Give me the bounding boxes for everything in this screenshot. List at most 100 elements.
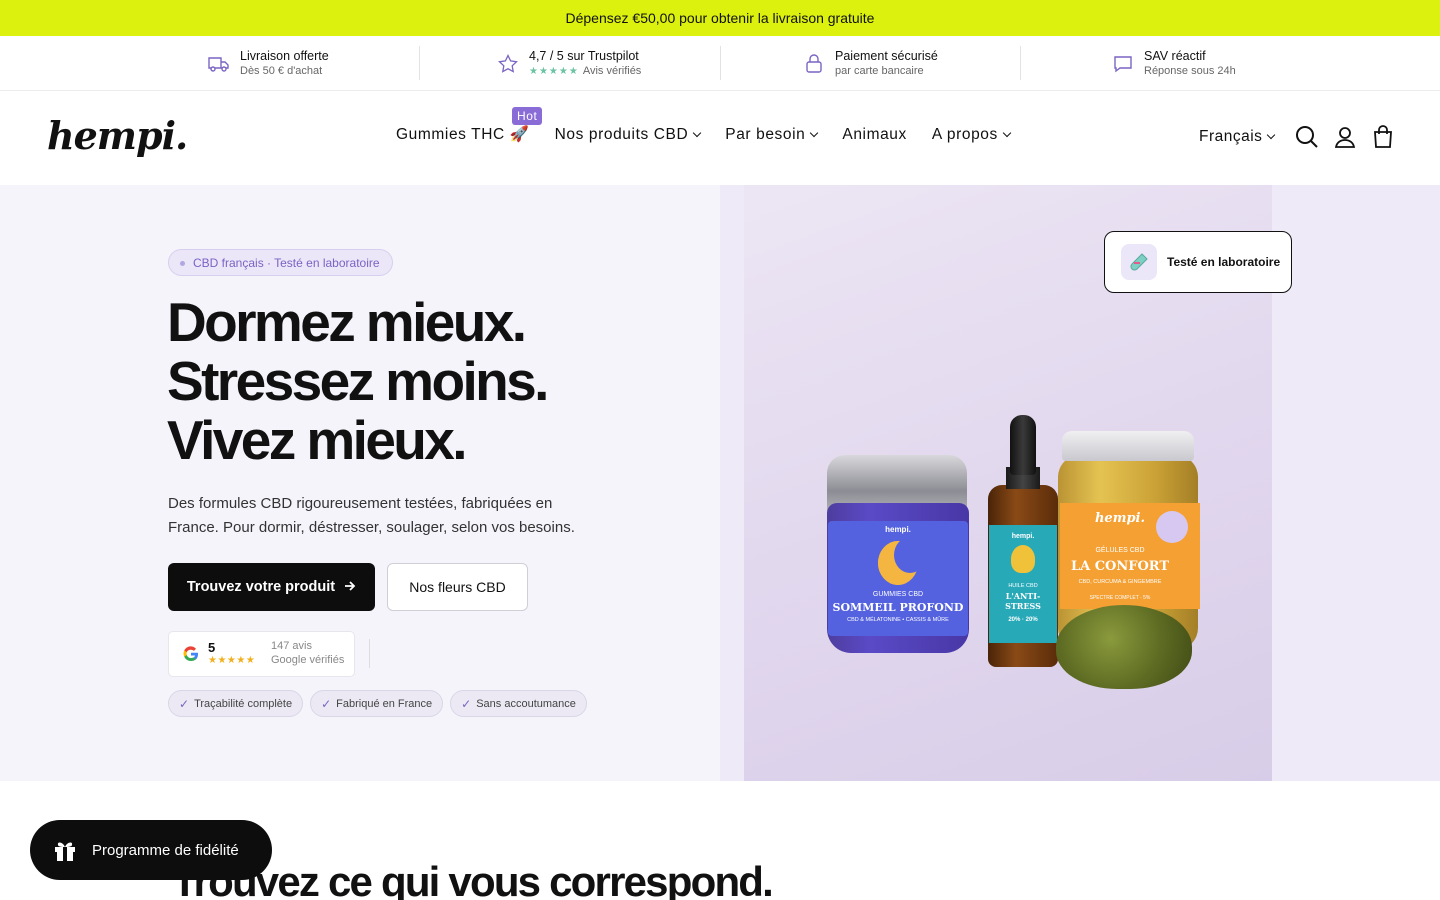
trust-item-trustpilot: 4,7 / 5 sur Trustpilot ★★★★★ Avis vérifié… (497, 36, 641, 91)
language-label: Français (1199, 128, 1263, 145)
check-icon: ✓ (179, 696, 190, 711)
truck-icon (208, 53, 230, 75)
nav-item-gummies-thc[interactable]: Gummies THC 🚀 Hot (396, 107, 543, 144)
peace-hand-icon (1011, 545, 1035, 573)
headline-line: Vivez mieux. (167, 409, 468, 471)
account-icon[interactable] (1333, 125, 1357, 149)
test-tube-icon (1121, 244, 1157, 280)
oil-bottle-label: hempi. HUILE CBD L'ANTI-STRESS 20% · 20% (989, 525, 1057, 643)
nav-item-label: Gummies THC 🚀 (396, 126, 530, 143)
capsules-jar-label: hempi. GÉLULES CBD LA CONFORT CBD, CURCU… (1060, 503, 1200, 609)
hot-badge: Hot (512, 107, 543, 125)
nav-item-par-besoin[interactable]: Par besoin (725, 125, 819, 144)
announcement-text: Dépensez €50,00 pour obtenir la livraiso… (565, 10, 875, 26)
cbd-flowers-button[interactable]: Nos fleurs CBD (387, 563, 528, 611)
chip-label: Fabriqué en France (336, 697, 433, 710)
divider (419, 46, 420, 80)
trust-item-support: SAV réactif Réponse sous 24h (1112, 36, 1236, 91)
headline-line: Dormez mieux. (167, 291, 527, 353)
google-icon (183, 646, 199, 662)
chevron-down-icon (810, 128, 819, 137)
nav-item-label: A propos (931, 125, 998, 143)
divider (720, 46, 721, 80)
chevron-down-icon (1267, 130, 1276, 140)
bottle-line: HUILE CBD (1008, 583, 1038, 589)
cbd-flower (1056, 605, 1192, 689)
jar-line: GÉLULES CBD (1095, 547, 1145, 554)
nav-item-animaux[interactable]: Animaux (842, 126, 907, 144)
chevron-down-icon (1002, 128, 1012, 137)
lab-tested-card: Testé en laboratoire (1104, 231, 1292, 293)
check-icon: ✓ (461, 696, 472, 711)
chip-label: Traçabilité complète (194, 697, 293, 710)
nav-item-label: Animaux (842, 125, 907, 143)
cart-icon[interactable] (1371, 125, 1395, 149)
jar-line: CBD, CURCUMA & GINGEMBRE (1078, 579, 1162, 585)
trust-item-shipping: Livraison offerte Dès 50 € d'achat (208, 36, 329, 91)
gummies-jar-label: hempi. GUMMIES CBD SOMMEIL PROFOND CBD &… (828, 521, 968, 636)
divider (1020, 46, 1021, 80)
trust-title: 4,7 / 5 sur Trustpilot (529, 49, 639, 63)
trust-subtitle: par carte bancaire (835, 65, 924, 77)
bottle-line: 20% · 20% (1008, 617, 1038, 623)
trust-title: Livraison offerte (240, 49, 329, 63)
trust-bar: Livraison offerte Dès 50 € d'achat 4,7 /… (0, 36, 1440, 91)
hero-subtitle: Des formules CBD rigoureusement testées,… (168, 495, 575, 536)
trust-subtitle: Avis vérifiés (582, 65, 642, 77)
trust-subtitle: Dès 50 € d'achat (240, 65, 323, 77)
chat-icon (1112, 53, 1134, 75)
jar-lid (1062, 431, 1194, 461)
gift-icon (52, 837, 78, 863)
jar-name: SOMMEIL PROFOND (832, 601, 964, 614)
jar-line: GUMMIES CBD (872, 591, 924, 598)
language-selector[interactable]: Français (1199, 128, 1276, 146)
chip-no-addiction: ✓ Sans accoutumance (450, 690, 587, 717)
jar-name: LA CONFORT (1070, 559, 1170, 574)
site-logo[interactable]: hempi. (47, 113, 188, 158)
hero-section: hempi. GUMMIES CBD SOMMEIL PROFOND CBD &… (0, 185, 1440, 781)
trustpilot-stars: ★★★★★ (529, 66, 579, 77)
headline-line: Stressez moins. (167, 350, 549, 412)
hero-tag-label: CBD français · Testé en laboratoire (193, 255, 380, 270)
chip-traceability: ✓ Traçabilité complète (168, 690, 304, 717)
jar-line: CBD & MÉLATONINE • CASSIS & MÛRE (847, 617, 949, 623)
review-stars: ★★★★★ (208, 655, 256, 666)
lock-icon (803, 53, 825, 75)
trust-item-payment: Paiement sécurisé par carte bancaire (803, 36, 938, 91)
nav-item-label: Par besoin (725, 125, 806, 143)
star-icon (497, 53, 519, 75)
google-review-card[interactable]: 5 ★★★★★ 147 avis Google vérifiés (168, 631, 355, 677)
trust-title: SAV réactif (1144, 49, 1206, 63)
loyalty-program-button[interactable]: Programme de fidélité (30, 820, 272, 880)
loyalty-label: Programme de fidélité (92, 841, 239, 859)
jar-brand: hempi. (885, 525, 911, 534)
chevron-down-icon (693, 128, 702, 137)
hero-chips: ✓ Traçabilité complète ✓ Fabriqué en Franc… (168, 690, 594, 717)
moon-icon (878, 537, 926, 585)
jar-line: SPECTRE COMPLET · 5% (1089, 595, 1151, 601)
site-header: hempi. Gummies THC 🚀 Hot Nos produits CB… (0, 91, 1440, 185)
search-icon[interactable] (1295, 125, 1319, 149)
check-icon: ✓ (321, 696, 332, 711)
bottle-brand: hempi. (1011, 533, 1035, 540)
button-label: Nos fleurs CBD (409, 579, 506, 595)
bottle-cap (1010, 415, 1036, 475)
bottle-name: L'ANTI-STRESS (1005, 591, 1041, 611)
main-nav: Gummies THC 🚀 Hot Nos produits CBD Par b… (396, 107, 1035, 144)
lab-tested-label: Testé en laboratoire (1167, 255, 1281, 269)
trust-subtitle: Réponse sous 24h (1144, 65, 1236, 77)
nav-item-label: Nos produits CBD (554, 125, 689, 143)
review-count: 147 avis (271, 640, 312, 652)
chip-made-in-france: ✓ Fabriqué en France (310, 690, 444, 717)
find-product-button[interactable]: Trouvez votre produit (168, 563, 375, 611)
announcement-bar: Dépensez €50,00 pour obtenir la livraiso… (0, 0, 1440, 36)
hero-headline: Dormez mieux. Stressez moins. Vivez mieu… (167, 291, 549, 471)
divider (369, 639, 370, 668)
nav-item-a-propos[interactable]: A propos (931, 125, 1012, 144)
button-label: Trouvez votre produit (186, 579, 336, 595)
nav-item-produits-cbd[interactable]: Nos produits CBD (554, 125, 702, 144)
arrow-right-icon (344, 579, 356, 596)
review-label: Google vérifiés (271, 654, 345, 666)
hero-tag: CBD français · Testé en laboratoire (168, 249, 393, 276)
review-score: 5 (208, 640, 216, 655)
